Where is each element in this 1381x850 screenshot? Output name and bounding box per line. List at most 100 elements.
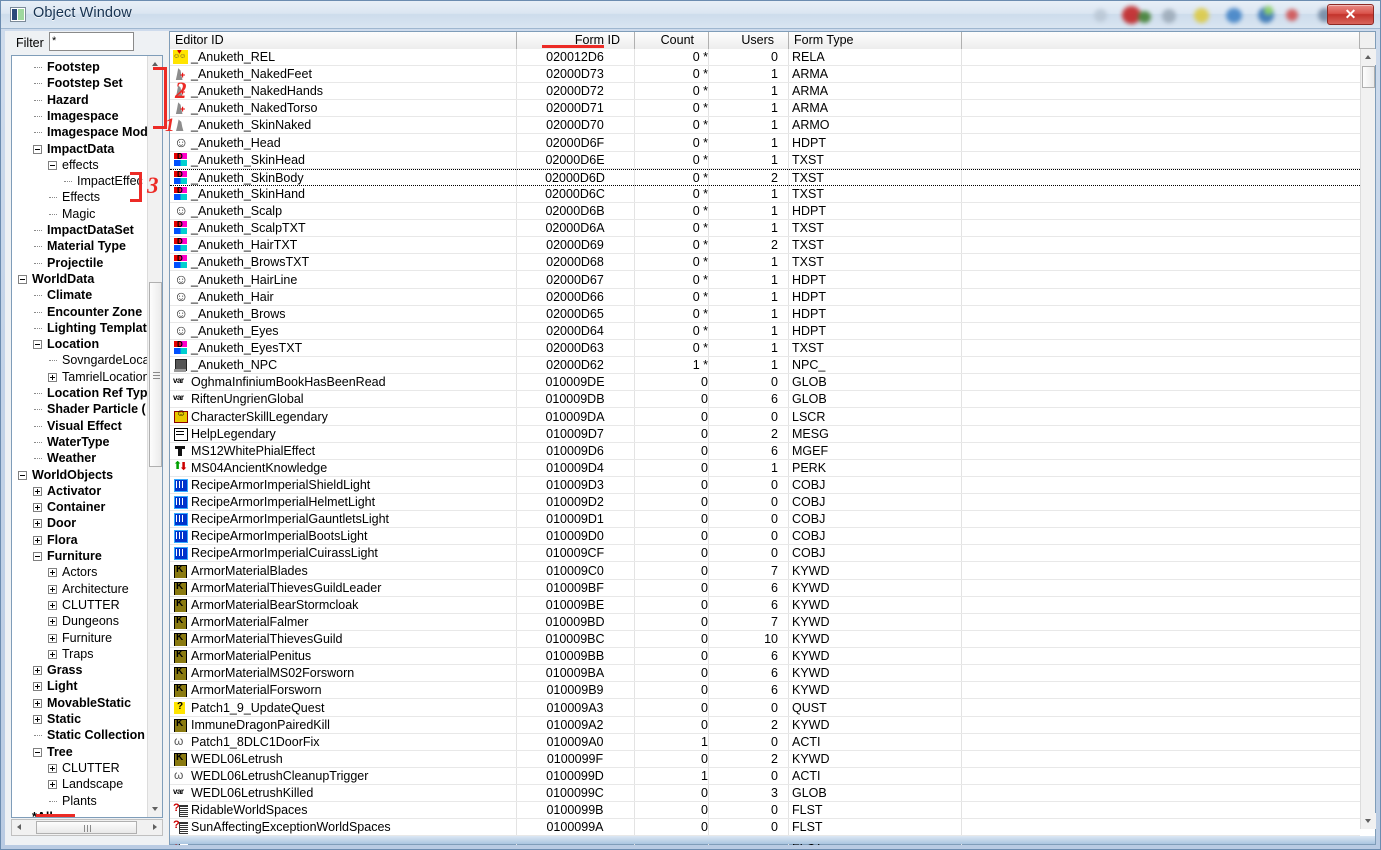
expand-icon[interactable] xyxy=(33,698,42,708)
table-row[interactable]: _Anuketh_NakedTorso 02000D71 0 * 1 ARMA xyxy=(170,100,1360,118)
table-row[interactable]: HelpLegendary 010009D7 0 2 MESG xyxy=(170,426,1360,443)
filter-input[interactable]: * xyxy=(49,32,134,51)
table-row[interactable]: Patch1_8DLC1DoorFix 010009A0 1 0 ACTI xyxy=(170,734,1360,751)
table-row[interactable]: _Anuketh_NakedHands 02000D72 0 * 1 ARMA xyxy=(170,83,1360,101)
table-row[interactable]: _Anuketh_Hair 02000D66 0 * 1 HDPT xyxy=(170,289,1360,306)
expand-icon[interactable] xyxy=(48,763,57,773)
table-row[interactable]: _Anuketh_Head 02000D6F 0 * 1 HDPT xyxy=(170,135,1360,152)
table-row[interactable]: RecipeArmorImperialBootsLight 010009D0 0 0 C… xyxy=(170,528,1360,546)
expand-icon[interactable] xyxy=(33,486,42,496)
expand-icon[interactable] xyxy=(48,372,57,382)
expand-icon[interactable] xyxy=(48,584,57,594)
expand-icon[interactable] xyxy=(33,535,42,545)
tree-item-label: Material Type xyxy=(47,239,126,254)
tree-scroll-left-icon[interactable] xyxy=(12,820,28,835)
collapse-icon[interactable] xyxy=(48,160,57,170)
cell-form-id: 010009D2 xyxy=(546,495,604,510)
cell-form-type: KYWD xyxy=(792,751,830,766)
table-row[interactable]: ArmorMaterialBlades 010009C0 0 7 KYWD xyxy=(170,563,1360,580)
table-row[interactable]: RecipeArmorImperialCuirassLight 010009CF 0… xyxy=(170,545,1360,563)
tree-scroll-thumb[interactable] xyxy=(149,282,162,467)
table-row[interactable]: ArmorMaterialForsworn 010009B9 0 6 KYWD xyxy=(170,682,1360,700)
collapse-icon[interactable] xyxy=(18,470,27,480)
tree-item-label: Imagespace xyxy=(47,108,119,123)
table-row[interactable]: _Anuketh_HairLine 02000D67 0 * 1 HDPT xyxy=(170,272,1360,289)
list-scroll-up-icon[interactable] xyxy=(1361,49,1376,65)
collapse-icon[interactable] xyxy=(18,274,27,284)
collapse-icon[interactable] xyxy=(33,144,42,154)
table-row[interactable]: ArmorMaterialThievesGuild 010009BC 0 10 KYWD xyxy=(170,631,1360,649)
txst-icon xyxy=(173,221,188,235)
table-row[interactable]: RecipeArmorImperialGauntletsLight 010009D… xyxy=(170,511,1360,529)
table-row[interactable]: RiftenUngrienGlobal 010009DB 0 6 GLOB xyxy=(170,391,1360,409)
expand-icon[interactable] xyxy=(48,568,57,578)
object-list-rows[interactable]: _Anuketh_REL 020012D6 0 * 0 RELA _Anuketh_Nak… xyxy=(170,49,1360,845)
table-row[interactable]: MS12WhitePhialEffect 010009D6 0 6 MGEF xyxy=(170,443,1360,460)
table-row[interactable]: ArmorMaterialPenitus 010009BB 0 6 KYWD xyxy=(170,648,1360,666)
tree-vertical-scrollbar[interactable] xyxy=(147,56,162,817)
column-header-editor-id[interactable]: Editor ID xyxy=(170,32,517,49)
column-header-blank[interactable] xyxy=(962,32,1360,49)
table-row[interactable]: ArmorMaterialFalmer 010009BD 0 7 KYWD xyxy=(170,614,1360,631)
expand-icon[interactable] xyxy=(33,666,42,676)
list-header: Editor ID Form ID Count Users Form Type xyxy=(170,32,1375,49)
list-scroll-thumb[interactable] xyxy=(1362,66,1375,88)
table-row[interactable]: ArmorMaterialBearStormcloak 010009BE 0 6 KYW… xyxy=(170,597,1360,614)
expand-icon[interactable] xyxy=(48,649,57,659)
expand-icon[interactable] xyxy=(33,682,42,692)
cell-form-id: 010009D0 xyxy=(546,529,604,544)
list-vertical-scrollbar[interactable] xyxy=(1360,49,1376,829)
table-row[interactable]: MS04AncientKnowledge 010009D4 0 1 PERK xyxy=(170,460,1360,477)
table-row[interactable]: RecipeArmorImperialHelmetLight 010009D2 0 0… xyxy=(170,494,1360,512)
collapse-icon[interactable] xyxy=(33,552,42,561)
table-row[interactable]: _Anuketh_Brows 02000D65 0 * 1 HDPT xyxy=(170,306,1360,323)
table-row[interactable]: WEDL06LetrushKilled 0100099C 0 3 GLOB xyxy=(170,785,1360,803)
expand-icon[interactable] xyxy=(33,519,42,529)
column-header-users[interactable]: Users xyxy=(709,32,789,49)
column-header-count[interactable]: Count xyxy=(635,32,709,49)
column-header-form-type[interactable]: Form Type xyxy=(789,32,962,49)
tree-horizontal-scrollbar[interactable] xyxy=(11,819,163,836)
collapse-icon[interactable] xyxy=(33,747,42,757)
table-row[interactable]: WEDL06LetrushCleanupTrigger 0100099D 1 0 ACT… xyxy=(170,768,1360,786)
category-tree[interactable]: Footstep Footstep Set Hazard Imagespace Imag… xyxy=(11,55,163,818)
table-row[interactable]: OghmaInfiniumBookHasBeenRead 010009DE 0 0 GL… xyxy=(170,374,1360,392)
table-row[interactable]: _Anuketh_NakedFeet 02000D73 0 * 1 ARMA xyxy=(170,66,1360,84)
expand-icon[interactable] xyxy=(48,617,57,627)
expand-icon[interactable] xyxy=(48,600,57,610)
table-row[interactable]: _Anuketh_HairTXT 02000D69 0 * 2 TXST xyxy=(170,237,1360,255)
table-row[interactable]: SunAffectingExceptionWorldSpaces 0100099A… xyxy=(170,819,1360,837)
expand-icon[interactable] xyxy=(33,715,42,724)
table-row[interactable]: Patch1_9_UpdateQuest 010009A3 0 0 QUST xyxy=(170,700,1360,717)
list-horizontal-scrollbar[interactable] xyxy=(170,836,1375,844)
table-row[interactable]: _Anuketh_NPC 02000D62 1 * 1 NPC_ xyxy=(170,357,1360,375)
table-row[interactable]: _Anuketh_BrowsTXT 02000D68 0 * 1 TXST xyxy=(170,254,1360,272)
expand-icon[interactable] xyxy=(33,503,42,513)
list-scroll-down-icon[interactable] xyxy=(1361,813,1376,829)
expand-icon[interactable] xyxy=(48,780,57,790)
table-row[interactable]: _Anuketh_SkinHead 02000D6E 0 * 1 TXST xyxy=(170,152,1360,169)
table-row[interactable]: _Anuketh_Eyes 02000D64 0 * 1 HDPT xyxy=(170,323,1360,340)
table-row[interactable]: CharacterSkillLegendary 010009DA 0 0 LSCR xyxy=(170,409,1360,426)
cell-form-id: 02000D62 xyxy=(546,358,604,373)
table-row[interactable]: _Anuketh_Scalp 02000D6B 0 * 1 HDPT xyxy=(170,203,1360,221)
collapse-icon[interactable] xyxy=(33,340,42,350)
table-row[interactable]: _Anuketh_SkinBody 02000D6D 0 * 2 TXST xyxy=(170,168,1360,186)
table-row[interactable]: _Anuketh_SkinNaked 02000D70 0 * 1 ARMO xyxy=(170,117,1360,135)
close-button[interactable]: ✕ xyxy=(1327,4,1374,25)
table-row[interactable]: _Anuketh_ScalpTXT 02000D6A 0 * 1 TXST xyxy=(170,220,1360,238)
table-row[interactable]: _Anuketh_REL 020012D6 0 * 0 RELA xyxy=(170,49,1360,66)
table-row[interactable]: _Anuketh_EyesTXT 02000D63 0 * 1 TXST xyxy=(170,340,1360,358)
table-row[interactable]: RecipeArmorImperialShieldLight 010009D3 0 0… xyxy=(170,477,1360,494)
table-row[interactable]: WEDL06Letrush 0100099F 0 2 KYWD xyxy=(170,751,1360,768)
table-row[interactable]: ArmorMaterialMS02Forsworn 010009BA 0 6 KYWD xyxy=(170,665,1360,683)
tree-scroll-right-icon[interactable] xyxy=(146,820,162,835)
table-row[interactable]: ArmorMaterialThievesGuildLeader 010009BF 0… xyxy=(170,580,1360,597)
tree-hscroll-thumb[interactable] xyxy=(36,821,137,834)
table-row[interactable]: ImmuneDragonPairedKill 010009A2 0 2 KYWD xyxy=(170,717,1360,734)
tree-scroll-up-icon[interactable] xyxy=(148,56,162,72)
expand-icon[interactable] xyxy=(48,633,57,643)
tree-scroll-down-icon[interactable] xyxy=(148,801,162,817)
table-row[interactable]: _Anuketh_SkinHand 02000D6C 0 * 1 TXST xyxy=(170,186,1360,203)
table-row[interactable]: RidableWorldSpaces 0100099B 0 0 FLST xyxy=(170,802,1360,820)
